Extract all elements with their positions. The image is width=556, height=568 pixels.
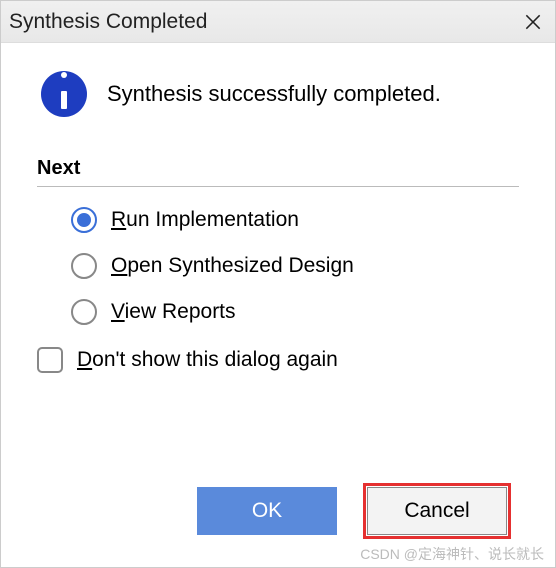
info-icon <box>41 71 87 117</box>
checkbox-dont-show-again[interactable]: Don't show this dialog again <box>37 347 519 373</box>
radio-icon <box>71 253 97 279</box>
checkbox-label: Don't show this dialog again <box>77 348 338 372</box>
message-text: Synthesis successfully completed. <box>107 81 441 107</box>
radio-open-synthesized-design[interactable]: Open Synthesized Design <box>71 253 519 279</box>
ok-button[interactable]: OK <box>197 487 337 535</box>
radio-label: Open Synthesized Design <box>111 254 354 278</box>
titlebar: Synthesis Completed <box>1 1 555 43</box>
radio-label: View Reports <box>111 300 236 324</box>
radio-run-implementation[interactable]: Run Implementation <box>71 207 519 233</box>
dialog-content: Synthesis successfully completed. Next R… <box>1 43 555 567</box>
radio-view-reports[interactable]: View Reports <box>71 299 519 325</box>
button-row: OK Cancel <box>37 487 519 547</box>
radio-icon <box>71 207 97 233</box>
dialog-title: Synthesis Completed <box>9 10 207 34</box>
close-button[interactable] <box>519 8 547 36</box>
checkbox-icon <box>37 347 63 373</box>
options-group: Run Implementation Open Synthesized Desi… <box>37 207 519 325</box>
dialog: Synthesis Completed Synthesis successful… <box>0 0 556 568</box>
divider <box>37 186 519 187</box>
cancel-button[interactable]: Cancel <box>367 487 507 535</box>
close-icon <box>523 12 543 32</box>
radio-label: Run Implementation <box>111 208 299 232</box>
radio-icon <box>71 299 97 325</box>
next-heading: Next <box>37 157 519 180</box>
message-row: Synthesis successfully completed. <box>37 71 519 117</box>
